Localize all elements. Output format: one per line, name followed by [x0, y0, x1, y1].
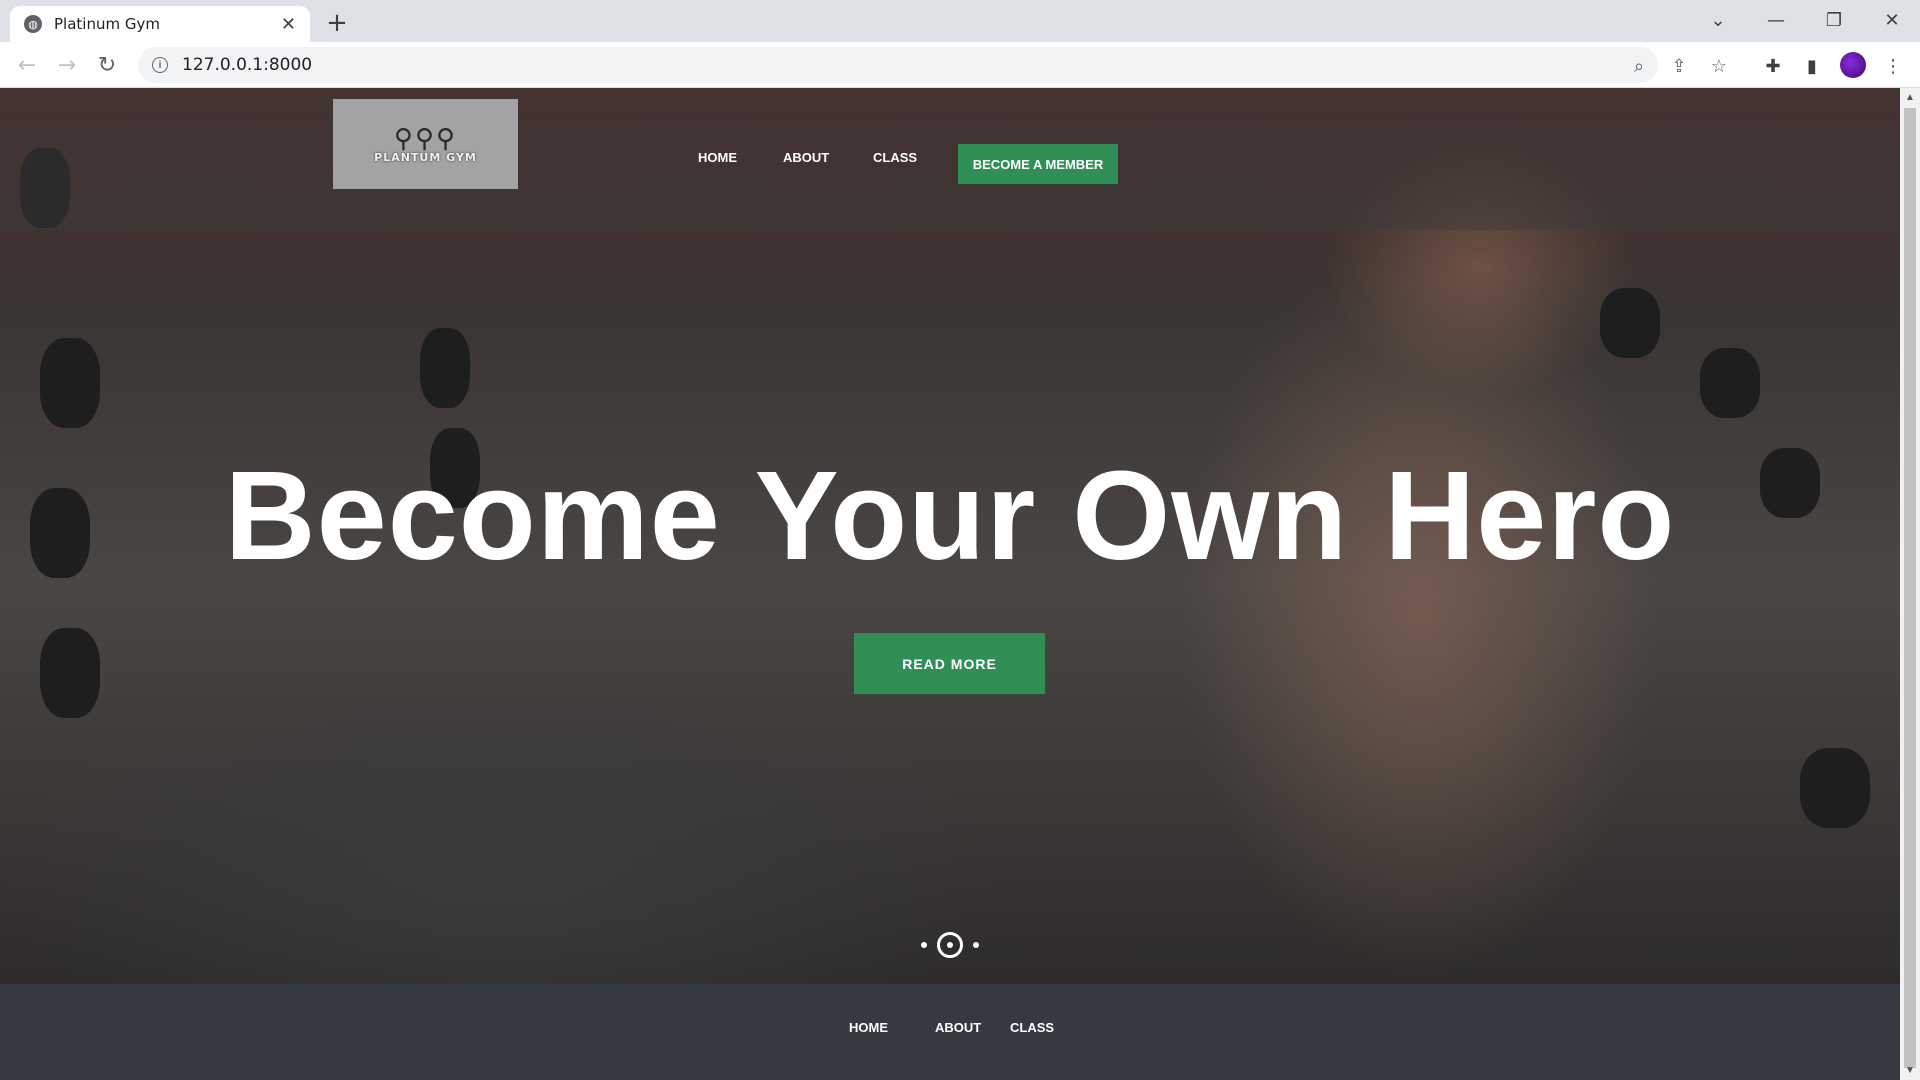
browser-tab[interactable]: ◍ Platinum Gym ✕ [10, 6, 310, 42]
new-tab-button[interactable]: + [322, 8, 352, 38]
address-bar[interactable]: i 127.0.0.1:8000 ⌕ ⇪ ☆ [138, 47, 1727, 83]
site-header [0, 88, 1900, 230]
reload-icon[interactable]: ↻ [92, 50, 122, 80]
share-icon[interactable]: ⇪ [1668, 55, 1690, 77]
tab-title: Platinum Gym [54, 15, 160, 33]
footer-about-link[interactable]: ABOUT [935, 1020, 981, 1035]
side-panel-icon[interactable]: ▮ [1801, 55, 1823, 77]
dumbbell-shape [1700, 348, 1760, 418]
logo-text: PLANTUM GYM [374, 150, 477, 164]
dumbbell-shape [1800, 748, 1870, 828]
become-member-button[interactable]: BECOME A MEMBER [958, 144, 1118, 184]
page-scrollbar[interactable]: ▲ ▼ [1900, 88, 1920, 1080]
browser-toolbar: ← → ↻ i 127.0.0.1:8000 ⌕ ⇪ ☆ ✚ ▮ ⋮ [0, 42, 1920, 88]
active-dot-center [947, 942, 953, 948]
carousel-dot-3[interactable] [973, 942, 979, 948]
scroll-down-arrow-icon[interactable]: ▼ [1905, 1065, 1915, 1076]
globe-icon: ◍ [24, 15, 42, 33]
site-logo[interactable]: ⚲⚲⚲ PLANTUM GYM [333, 99, 518, 189]
page-viewport: ⚲⚲⚲ PLANTUM GYM HOME ABOUT CLASS BECOME … [0, 88, 1900, 1080]
extensions-puzzle-icon[interactable]: ✚ [1762, 55, 1784, 77]
close-tab-icon[interactable]: ✕ [281, 14, 296, 35]
back-icon[interactable]: ← [12, 50, 42, 80]
restore-icon[interactable]: ❐ [1814, 4, 1854, 36]
nav-home-link[interactable]: HOME [698, 150, 737, 165]
nav-class-link[interactable]: CLASS [873, 150, 917, 165]
site-info-icon[interactable]: i [152, 57, 168, 73]
forward-icon[interactable]: → [52, 50, 82, 80]
zoom-icon[interactable]: ⌕ [1628, 55, 1650, 77]
weight-plate-shape [40, 628, 100, 718]
url-text: 127.0.0.1:8000 [182, 55, 313, 75]
profile-avatar[interactable] [1840, 52, 1866, 78]
hero-headline: Become Your Own Hero [224, 445, 1676, 586]
tab-search-icon[interactable]: ⌄ [1698, 4, 1738, 36]
chrome-menu-icon[interactable]: ⋮ [1882, 55, 1904, 77]
minimize-icon[interactable]: — [1756, 4, 1796, 36]
site-footer: HOME ABOUT CLASS [0, 984, 1900, 1080]
scrollbar-thumb[interactable] [1904, 108, 1916, 1068]
footer-home-link[interactable]: HOME [849, 1020, 888, 1035]
read-more-button[interactable]: READ MORE [854, 633, 1045, 694]
carousel-dot-2-active[interactable] [937, 932, 963, 958]
scroll-up-arrow-icon[interactable]: ▲ [1905, 92, 1915, 103]
nav-about-link[interactable]: ABOUT [783, 150, 829, 165]
bookmark-star-icon[interactable]: ☆ [1708, 55, 1730, 77]
browser-tab-bar: ◍ Platinum Gym ✕ + ⌄ — ❐ ✕ [0, 0, 1920, 42]
footer-class-link[interactable]: CLASS [1010, 1020, 1054, 1035]
window-close-icon[interactable]: ✕ [1872, 4, 1912, 36]
dumbbell-shape [1600, 288, 1660, 358]
dumbbell-logo-icon: ⚲⚲⚲ [393, 122, 458, 153]
weight-plate-shape [40, 338, 100, 428]
weight-plate-shape [420, 328, 470, 408]
carousel-dot-1[interactable] [921, 942, 927, 948]
carousel-indicators [0, 932, 1900, 958]
